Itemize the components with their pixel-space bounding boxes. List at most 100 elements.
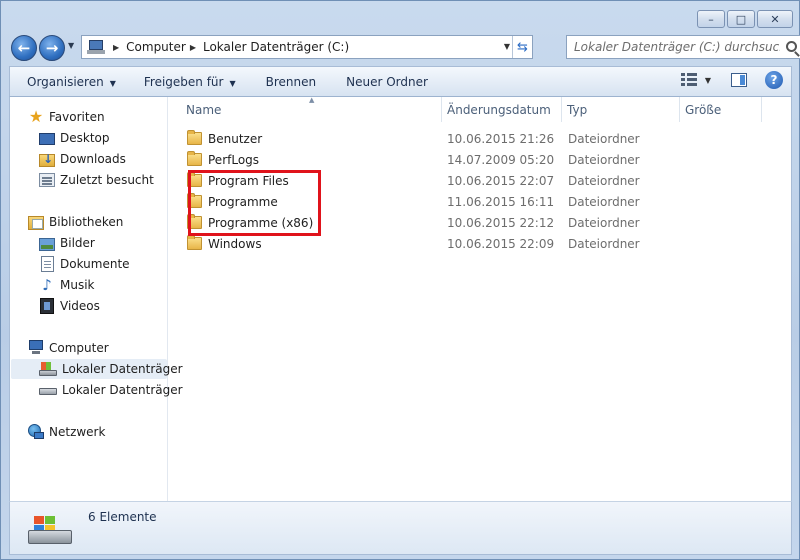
file-type: Dateiordner: [568, 152, 640, 167]
nav-network[interactable]: Netzwerk: [28, 422, 105, 442]
refresh-icon: ⇆: [517, 39, 528, 55]
recent-pages-dropdown[interactable]: ▼: [68, 41, 74, 50]
arrow-left-icon: ←: [17, 39, 31, 57]
forward-button[interactable]: →: [39, 35, 65, 61]
file-name: Program Files: [208, 173, 289, 188]
column-header-name[interactable]: Name: [181, 97, 442, 122]
preview-pane-icon[interactable]: [731, 73, 747, 87]
folder-icon: [187, 172, 202, 187]
documents-icon: [41, 256, 54, 272]
maximize-button[interactable]: □: [727, 10, 755, 28]
drive-icon: [39, 382, 57, 398]
address-dropdown[interactable]: ▼: [504, 42, 510, 51]
file-name: Benutzer: [208, 131, 263, 146]
file-type: Dateiordner: [568, 131, 640, 146]
address-row: ← → ▼ ▶ Computer ▶ Lokaler Datenträger (…: [9, 33, 800, 61]
column-header-size[interactable]: Größe: [680, 97, 762, 122]
nav-label: Computer: [49, 341, 109, 355]
table-row[interactable]: Programme (x86) 10.06.2015 22:12 Dateior…: [169, 212, 769, 233]
nav-label: Videos: [60, 299, 100, 313]
nav-music[interactable]: ♪ Musik: [39, 275, 95, 295]
search-input[interactable]: Lokaler Datenträger (C:) durchsuchen: [574, 40, 780, 54]
file-date: 10.06.2015 22:07: [447, 173, 555, 188]
column-header-type[interactable]: Typ: [562, 97, 680, 122]
share-label: Freigeben für: [143, 74, 224, 89]
help-icon[interactable]: ?: [765, 71, 783, 89]
breadcrumb-separator[interactable]: ▶: [113, 43, 119, 52]
nav-downloads[interactable]: Downloads: [39, 149, 126, 169]
file-date: 10.06.2015 22:09: [447, 236, 555, 251]
main-content: ★ Favoriten Desktop Downloads Zuletzt be…: [9, 96, 792, 501]
folder-icon: [187, 193, 202, 208]
file-date: 11.06.2015 16:11: [447, 194, 555, 209]
file-type: Dateiordner: [568, 215, 640, 230]
breadcrumb-drive[interactable]: Lokaler Datenträger (C:): [203, 40, 349, 54]
nav-libraries[interactable]: Bibliotheken: [28, 212, 123, 232]
nav-pictures[interactable]: Bilder: [39, 233, 95, 253]
search-box[interactable]: Lokaler Datenträger (C:) durchsuchen: [566, 35, 800, 59]
nav-favorites[interactable]: ★ Favoriten: [28, 107, 105, 127]
burn-button[interactable]: Brennen: [248, 75, 328, 89]
nav-computer[interactable]: Computer: [28, 338, 109, 358]
address-bar[interactable]: ▶ Computer ▶ Lokaler Datenträger (C:) ▼ …: [81, 35, 533, 59]
folder-icon: [187, 130, 202, 145]
table-row[interactable]: Windows 10.06.2015 22:09 Dateiordner: [169, 233, 769, 254]
drive-icon: [28, 516, 72, 546]
file-type: Dateiordner: [568, 236, 640, 251]
table-row[interactable]: Program Files 10.06.2015 22:07 Dateiordn…: [169, 170, 769, 191]
computer-icon: [28, 340, 44, 356]
folder-icon: [187, 151, 202, 166]
file-list: ▲ Name Änderungsdatum Typ Größe Benutzer…: [169, 96, 791, 501]
nav-videos[interactable]: Videos: [39, 296, 100, 316]
nav-local-drive-c[interactable]: Lokaler Datenträger: [11, 359, 183, 379]
back-button[interactable]: ←: [11, 35, 37, 61]
view-options-icon[interactable]: [680, 73, 697, 87]
windows-drive-icon: [39, 361, 57, 377]
nav-label: Musik: [60, 278, 95, 292]
star-icon: ★: [28, 107, 44, 126]
toolbar-right: ▼ ?: [680, 71, 783, 89]
minimize-button[interactable]: –: [697, 10, 725, 28]
videos-icon: [40, 298, 54, 314]
chevron-down-icon: ▼: [229, 78, 236, 88]
details-pane: 6 Elemente: [9, 501, 792, 555]
nav-label: Bilder: [60, 236, 95, 250]
share-button[interactable]: Freigeben für ▼: [128, 75, 248, 89]
library-icon: [28, 215, 44, 230]
computer-icon: [87, 40, 105, 54]
file-name: Windows: [208, 236, 262, 251]
new-folder-button[interactable]: Neuer Ordner: [328, 75, 440, 89]
item-count: 6 Elemente: [88, 510, 157, 524]
nav-label: Downloads: [60, 152, 126, 166]
table-row[interactable]: Benutzer 10.06.2015 21:26 Dateiordner: [169, 128, 769, 149]
file-date: 10.06.2015 21:26: [447, 131, 555, 146]
refresh-button[interactable]: ⇆: [512, 36, 532, 58]
music-icon: ♪: [42, 276, 52, 294]
file-type: Dateiordner: [568, 194, 640, 209]
breadcrumb-computer[interactable]: Computer: [126, 40, 186, 54]
explorer-window: – □ ✕ ← → ▼ ▶ Computer ▶ Lokaler Datentr…: [0, 0, 800, 560]
table-row[interactable]: PerfLogs 14.07.2009 05:20 Dateiordner: [169, 149, 769, 170]
view-dropdown[interactable]: ▼: [705, 76, 711, 85]
navigation-pane: ★ Favoriten Desktop Downloads Zuletzt be…: [10, 97, 183, 501]
organize-label: Organisieren: [27, 74, 104, 89]
nav-local-drive[interactable]: Lokaler Datenträger: [39, 380, 183, 400]
folder-icon: [187, 235, 202, 250]
column-header-date[interactable]: Änderungsdatum: [442, 97, 562, 122]
breadcrumb-separator[interactable]: ▶: [190, 43, 196, 52]
table-row[interactable]: Programme 11.06.2015 16:11 Dateiordner: [169, 191, 769, 212]
nav-desktop[interactable]: Desktop: [39, 128, 110, 148]
desktop-icon: [39, 133, 55, 145]
command-bar: Organisieren ▼ Freigeben für ▼ Brennen Neu…: [9, 66, 792, 97]
arrow-right-icon: →: [45, 39, 59, 57]
file-date: 10.06.2015 22:12: [447, 215, 555, 230]
nav-recent[interactable]: Zuletzt besucht: [39, 170, 154, 190]
file-name: PerfLogs: [208, 152, 260, 167]
network-icon: [28, 424, 44, 440]
chevron-down-icon: ▼: [109, 78, 116, 88]
organize-button[interactable]: Organisieren ▼: [10, 75, 128, 89]
nav-label: Lokaler Datenträger: [62, 362, 183, 376]
folder-icon: [187, 214, 202, 229]
nav-documents[interactable]: Dokumente: [39, 254, 130, 274]
close-button[interactable]: ✕: [757, 10, 793, 28]
